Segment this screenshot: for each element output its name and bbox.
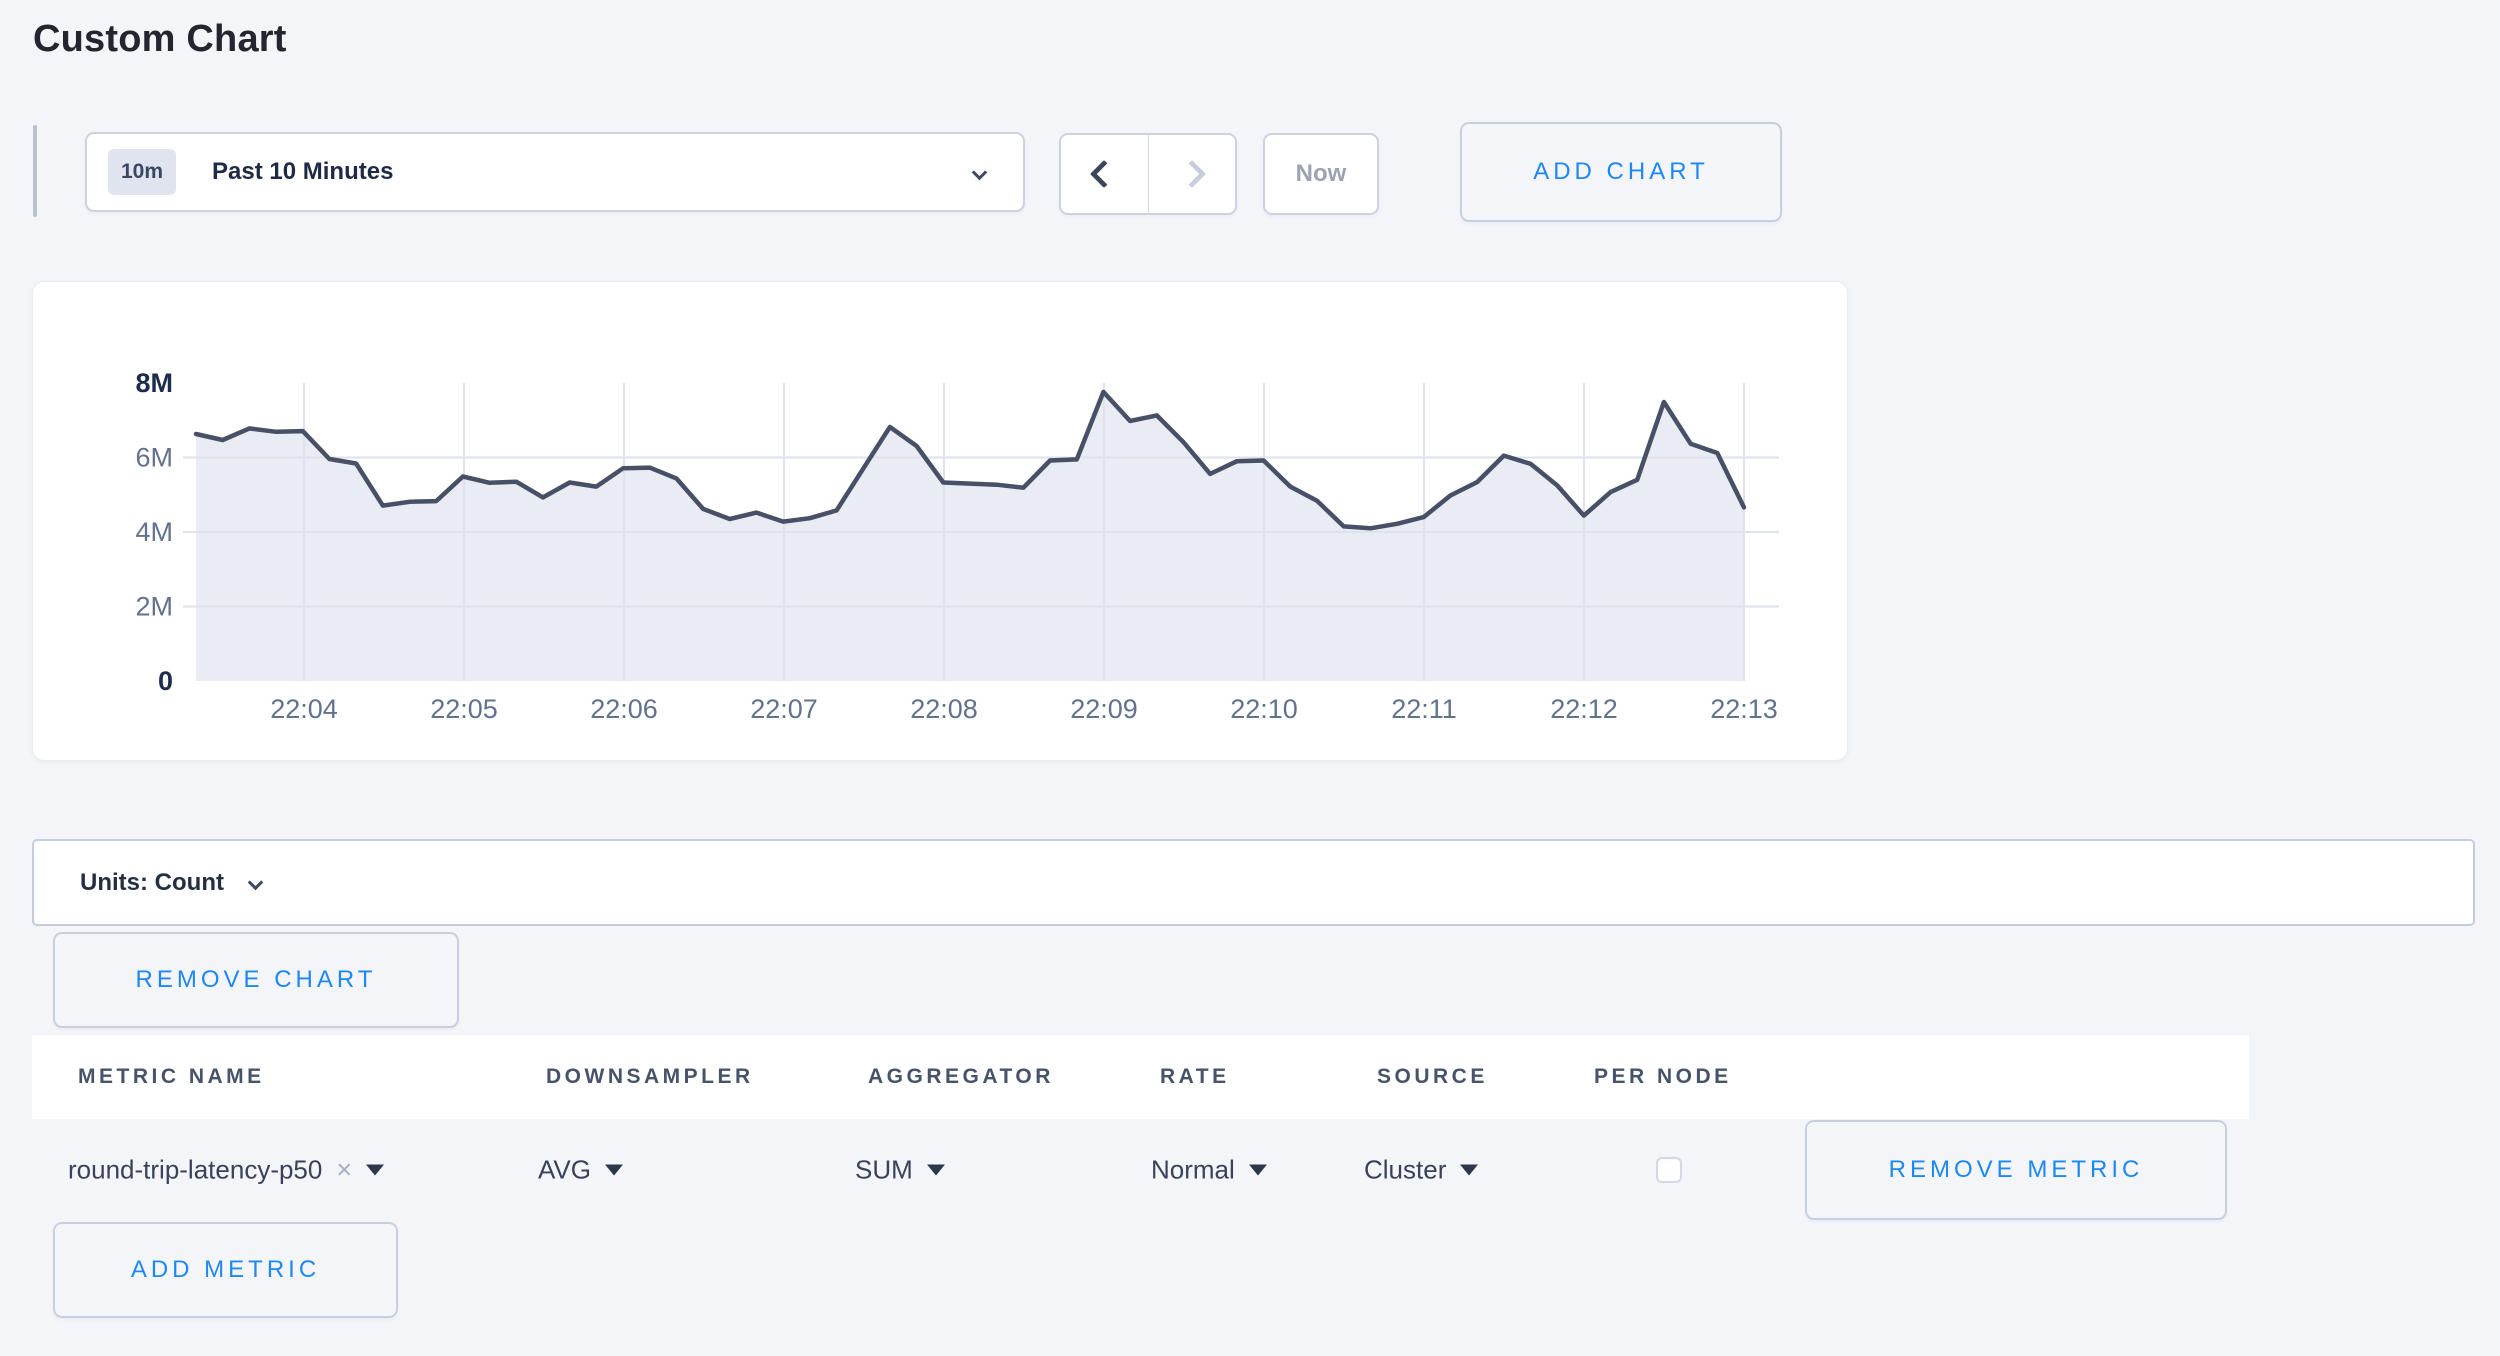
x-axis-tick-label: 22:12 [1550,694,1618,724]
column-header-source: SOURCE [1377,1065,1488,1089]
chart-card: 0 2M 4M 6M 8M 22:04 22:05 22:06 22:07 22:08 22:09 2… [32,281,1848,761]
chevron-right-icon [1178,160,1206,188]
add-metric-button[interactable]: ADD METRIC [53,1222,398,1318]
time-range-divider [33,125,37,217]
y-axis-tick-label: 2M [135,592,173,622]
metric-name-dropdown[interactable]: round-trip-latency-p50 × [68,1155,384,1186]
dropdown-caret-icon [927,1165,945,1176]
x-axis-tick-label: 22:07 [750,694,818,724]
aggregator-value: SUM [855,1155,913,1186]
custom-chart-page: Custom Chart 10m Past 10 Minutes Now ADD… [0,0,2500,1356]
time-nav-group [1059,133,1237,215]
x-axis-tick-label: 22:08 [910,694,978,724]
now-button[interactable]: Now [1263,133,1379,215]
column-header-rate: RATE [1160,1065,1230,1089]
add-chart-button[interactable]: ADD CHART [1460,122,1782,222]
y-axis-tick-label: 0 [158,666,173,696]
metric-name-value: round-trip-latency-p50 [68,1155,322,1186]
y-axis-tick-label: 8M [135,368,173,398]
per-node-checkbox[interactable] [1656,1157,1682,1183]
remove-metric-button[interactable]: REMOVE METRIC [1805,1120,2227,1220]
chevron-down-icon [248,875,264,891]
page-title: Custom Chart [33,18,287,61]
y-axis-tick-label: 6M [135,443,173,473]
chevron-down-icon [972,164,988,180]
metrics-table-header: METRIC NAME DOWNSAMPLER AGGREGATOR RATE … [32,1035,2249,1119]
column-header-per-node: PER NODE [1594,1065,1732,1089]
dropdown-caret-icon [1460,1165,1478,1176]
time-range-badge: 10m [108,149,176,195]
column-header-aggregator: AGGREGATOR [868,1065,1054,1089]
x-axis-tick-label: 22:11 [1391,694,1457,724]
latency-area-chart: 0 2M 4M 6M 8M 22:04 22:05 22:06 22:07 22:08 22:09 2… [33,282,1849,762]
clear-metric-icon[interactable]: × [336,1157,352,1184]
time-back-button[interactable] [1061,135,1148,213]
remove-chart-button[interactable]: REMOVE CHART [53,932,459,1028]
column-header-metric-name: METRIC NAME [78,1065,265,1089]
y-axis-tick-label: 4M [135,517,173,547]
x-axis-tick-label: 22:13 [1710,694,1778,724]
downsampler-dropdown[interactable]: AVG [538,1155,623,1186]
dropdown-caret-icon [605,1165,623,1176]
units-dropdown[interactable]: Units: Count [32,839,2475,926]
units-label: Units: Count [80,869,224,897]
dropdown-caret-icon [1249,1165,1267,1176]
rate-value: Normal [1151,1155,1235,1186]
x-axis-tick-label: 22:09 [1070,694,1138,724]
source-dropdown[interactable]: Cluster [1364,1155,1478,1186]
table-row: round-trip-latency-p50 × AVG SUM Normal … [0,1119,2500,1221]
dropdown-caret-icon [366,1165,384,1176]
chevron-left-icon [1090,160,1118,188]
x-axis-tick-label: 22:05 [430,694,498,724]
column-header-downsampler: DOWNSAMPLER [546,1065,754,1089]
per-node-cell [1656,1157,1682,1183]
time-range-label: Past 10 Minutes [212,158,974,186]
time-range-dropdown[interactable]: 10m Past 10 Minutes [85,132,1025,212]
rate-dropdown[interactable]: Normal [1151,1155,1267,1186]
downsampler-value: AVG [538,1155,591,1186]
aggregator-dropdown[interactable]: SUM [855,1155,945,1186]
time-forward-button[interactable] [1148,135,1236,213]
x-axis-tick-label: 22:04 [270,694,338,724]
x-axis-tick-label: 22:10 [1230,694,1298,724]
source-value: Cluster [1364,1155,1446,1186]
x-axis-tick-label: 22:06 [590,694,658,724]
